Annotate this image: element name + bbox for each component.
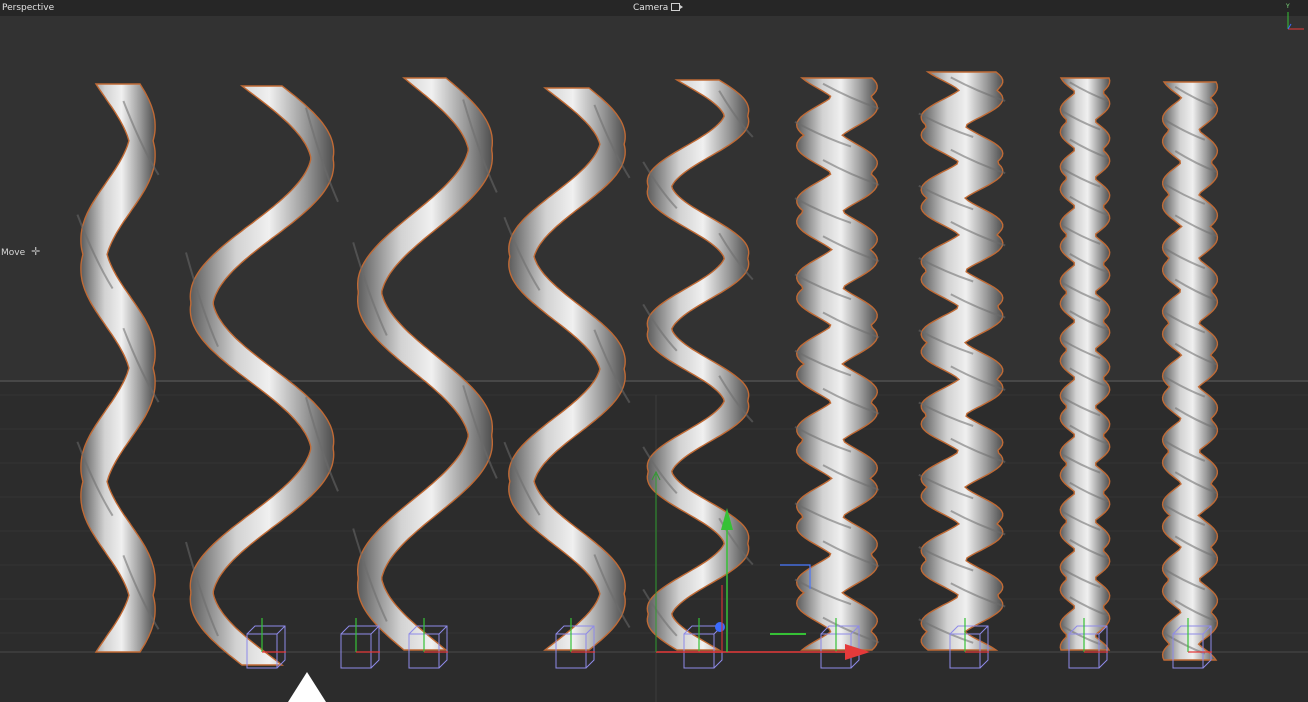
ribbon-surface[interactable] bbox=[1059, 77, 1111, 651]
z-axis-handle[interactable] bbox=[715, 622, 725, 632]
camera-label: Camera bbox=[633, 3, 669, 13]
3d-viewport[interactable] bbox=[0, 0, 1308, 702]
view-mode-label[interactable]: Perspective bbox=[2, 0, 54, 16]
active-tool-indicator: Move ✛ bbox=[1, 246, 40, 259]
move-icon: ✛ bbox=[31, 245, 41, 258]
mouse-cursor-icon bbox=[288, 672, 326, 702]
camera-menu[interactable]: Camera bbox=[633, 0, 684, 16]
twisted-ribbon-8[interactable] bbox=[1059, 77, 1111, 651]
viewport-header: Perspective Camera bbox=[0, 0, 1308, 16]
ground-plane bbox=[0, 382, 1308, 702]
camera-icon bbox=[671, 2, 684, 11]
axis-gizmo-icon: Y bbox=[1280, 2, 1306, 32]
viewport-floor bbox=[0, 380, 1308, 702]
viewport-scene[interactable] bbox=[0, 0, 1308, 702]
active-tool-label: Move bbox=[1, 248, 26, 258]
